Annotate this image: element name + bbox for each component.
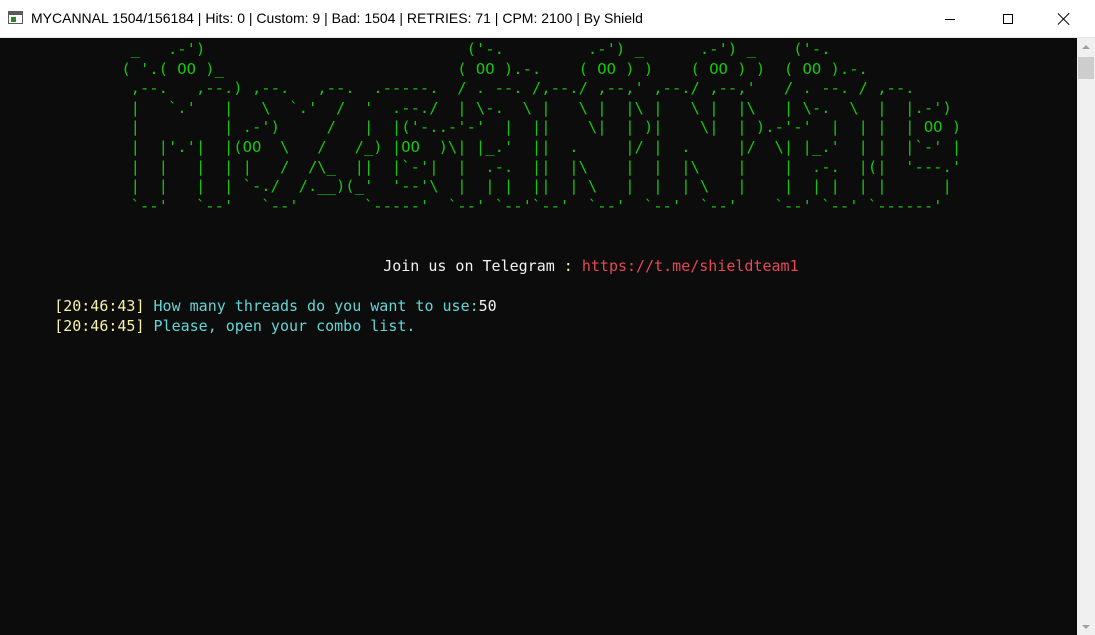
log-line: [20:46:45] Please, open your combo list.	[0, 299, 415, 353]
close-button[interactable]	[1041, 0, 1087, 38]
arrow-up-icon	[1082, 44, 1090, 49]
maximize-icon	[1003, 14, 1013, 24]
arrow-down-icon	[1082, 624, 1090, 629]
window-title: MYCANNAL 1504/156184 | Hits: 0 | Custom:…	[31, 10, 643, 26]
scroll-down-button[interactable]	[1077, 618, 1095, 635]
scroll-thumb[interactable]	[1078, 57, 1094, 79]
ascii-banner: _ .-') ('-. .-') _ .-') _ ('-. ( '.( OO …	[121, 40, 962, 215]
title-bar[interactable]: MYCANNAL 1504/156184 | Hits: 0 | Custom:…	[0, 0, 1095, 38]
log-message: Please, open your combo list.	[144, 317, 416, 335]
log-timestamp: [20:46:45]	[54, 317, 145, 335]
close-icon	[1057, 12, 1071, 26]
maximize-button[interactable]	[985, 0, 1031, 38]
console-app-icon[interactable]	[8, 11, 23, 24]
telegram-separator: :	[554, 257, 582, 275]
telegram-link[interactable]: https://t.me/shieldteam1	[582, 257, 799, 275]
console-window: MYCANNAL 1504/156184 | Hits: 0 | Custom:…	[0, 0, 1095, 635]
minimize-icon	[945, 18, 955, 20]
scroll-up-button[interactable]	[1077, 38, 1095, 55]
threads-input-value[interactable]: 50	[479, 297, 497, 315]
minimize-button[interactable]	[927, 0, 973, 38]
console-output[interactable]: _ .-') ('-. .-') _ .-') _ ('-. ( '.( OO …	[0, 38, 1077, 635]
vertical-scrollbar[interactable]	[1077, 38, 1095, 635]
telegram-label: Join us on Telegram	[383, 257, 555, 275]
